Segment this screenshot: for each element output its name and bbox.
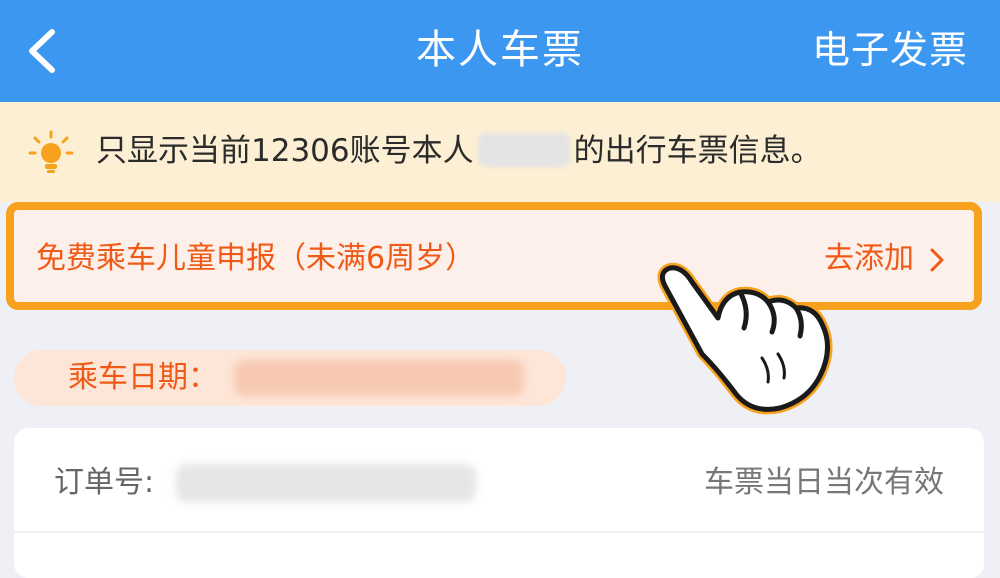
ride-date-label: 乘车日期： bbox=[68, 360, 218, 395]
blurred-ride-date bbox=[234, 360, 524, 396]
child-declaration-label: 免费乘车儿童申报（未满6周岁） bbox=[36, 241, 476, 276]
lightbulb-icon bbox=[28, 130, 74, 173]
notice-text-after: 的出行车票信息。 bbox=[573, 133, 822, 169]
order-number-label: 订单号: bbox=[54, 465, 155, 500]
ride-date-pill: 乘车日期： bbox=[14, 350, 566, 406]
ticket-card[interactable]: 订单号: 车票当日当次有效 bbox=[14, 428, 984, 578]
e-invoice-button[interactable]: 电子发票 bbox=[812, 24, 968, 76]
pointing-hand-icon bbox=[657, 262, 833, 415]
notice-text-before: 只显示当前12306账号本人 bbox=[96, 133, 474, 169]
chevron-right-icon bbox=[930, 248, 944, 272]
blurred-user-name bbox=[477, 132, 570, 167]
notice-text: 只显示当前12306账号本人 的出行车票信息。 bbox=[96, 128, 822, 174]
top-nav-bar: 本人车票 电子发票 bbox=[0, 0, 1000, 102]
card-divider bbox=[14, 531, 984, 533]
ticket-validity-text: 车票当日当次有效 bbox=[704, 465, 944, 500]
blurred-order-number bbox=[176, 464, 476, 502]
